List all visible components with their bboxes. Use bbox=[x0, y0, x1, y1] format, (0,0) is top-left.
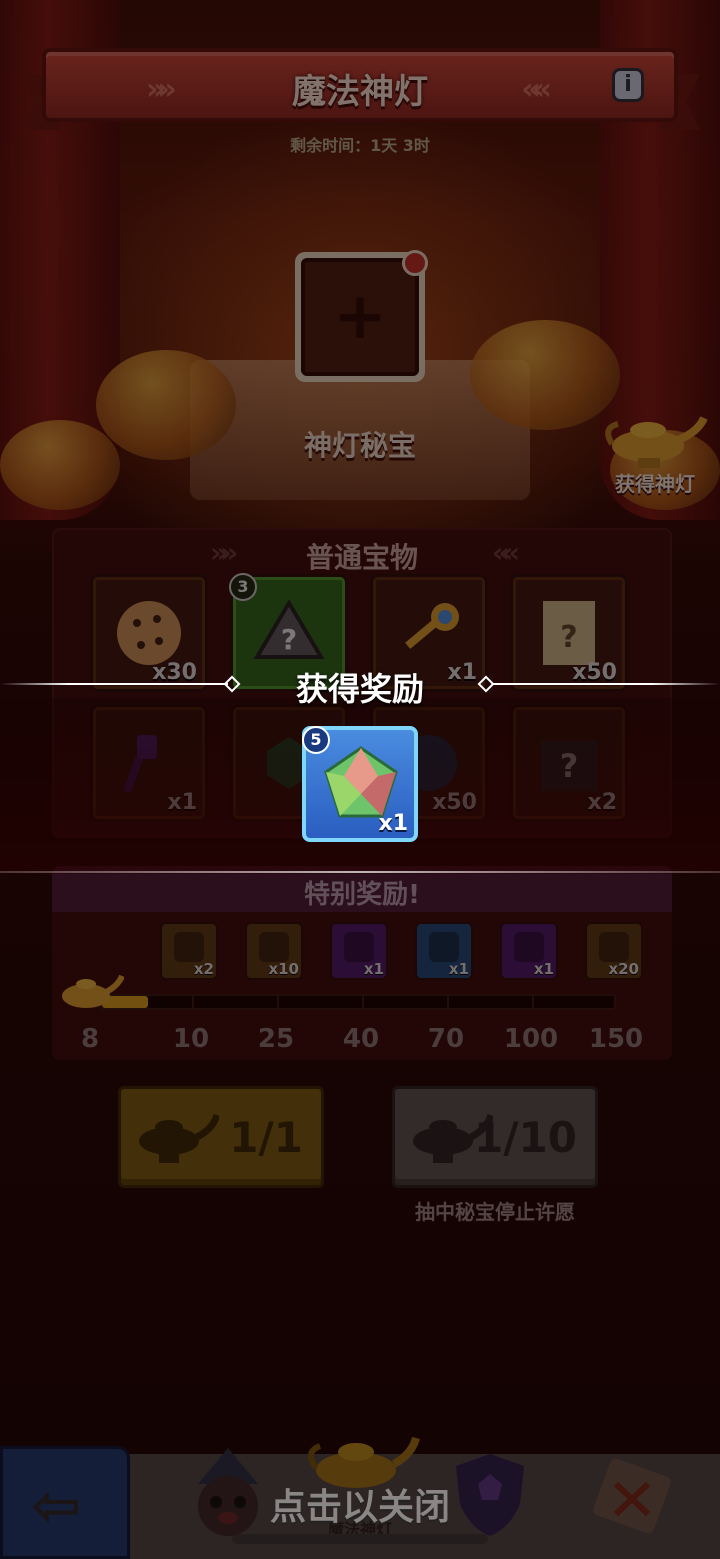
reward-title: 获得奖励 bbox=[295, 670, 424, 708]
reward-band-line bbox=[0, 871, 720, 873]
tap-to-close-hint[interactable]: 点击以关闭 bbox=[0, 1478, 720, 1530]
reward-card[interactable]: 5 x1 bbox=[302, 726, 418, 842]
reward-quantity: x1 bbox=[378, 811, 409, 836]
